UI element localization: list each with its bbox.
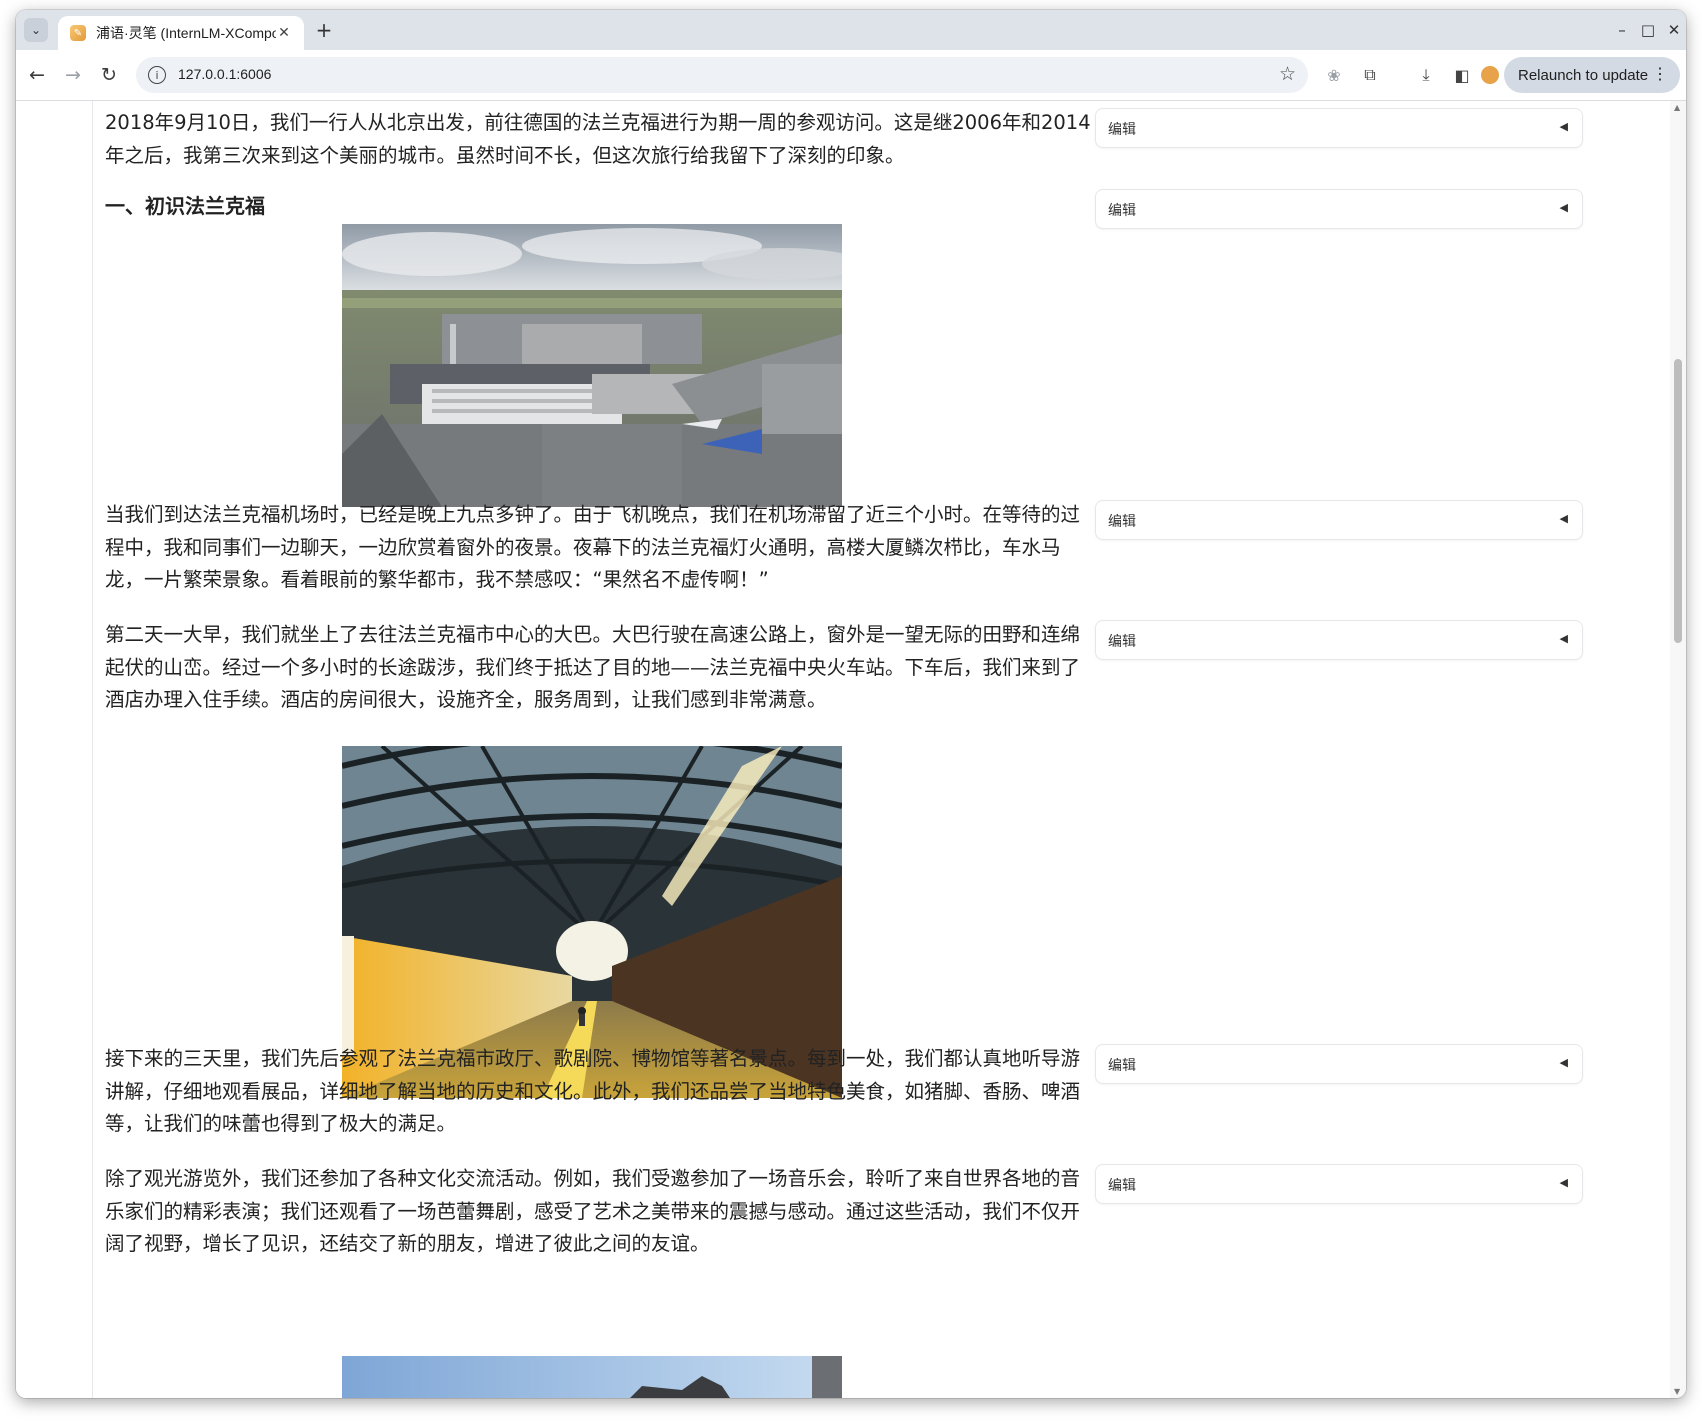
edit-label: 编辑 <box>1108 1058 1136 1074</box>
url-text[interactable]: 127.0.0.1:6006 <box>178 66 271 82</box>
window-close-button[interactable]: ✕ <box>1662 18 1686 42</box>
paragraph-5: 除了观光游览外，我们还参加了各种文化交流活动。例如，我们受邀参加了一场音乐会，聆… <box>105 1167 1081 1255</box>
content-border <box>92 101 93 1398</box>
edit-dropdown-5[interactable]: 编辑 ◀ <box>1095 1044 1583 1084</box>
edit-dropdown-1[interactable]: 编辑 ◀ <box>1095 108 1583 148</box>
page-scrollbar[interactable]: ▲ ▼ <box>1670 101 1686 1398</box>
forward-button[interactable]: → <box>60 62 86 88</box>
minimize-button[interactable]: – <box>1610 18 1634 42</box>
tab-title: 浦语·灵笔 (InternLM-XComposer) <box>96 25 276 41</box>
star-icon[interactable]: ☆ <box>1279 63 1296 85</box>
caret-left-icon: ◀ <box>1559 201 1568 214</box>
scroll-down-icon[interactable]: ▼ <box>1674 1387 1680 1396</box>
caret-left-icon: ◀ <box>1559 512 1568 525</box>
side-panel-icon[interactable]: ◧ <box>1450 63 1474 87</box>
chevron-down-icon: ⌄ <box>30 23 42 37</box>
caret-left-icon: ◀ <box>1559 120 1568 133</box>
arrow-left-icon: ← <box>29 64 45 86</box>
relaunch-button[interactable]: Relaunch to update ⋮ <box>1504 57 1680 93</box>
reload-button[interactable]: ↻ <box>96 62 122 88</box>
edit-label: 编辑 <box>1108 1178 1136 1194</box>
extension-icon[interactable]: ❀ <box>1322 63 1346 87</box>
new-tab-button[interactable]: + <box>312 18 336 42</box>
maximize-button[interactable]: □ <box>1636 18 1660 42</box>
edit-dropdown-6[interactable]: 编辑 ◀ <box>1095 1164 1583 1204</box>
paragraph-1: 2018年9月10日，我们一行人从北京出发，前往德国的法兰克福进行为期一周的参观… <box>105 111 1091 167</box>
profile-avatar-icon[interactable] <box>1478 63 1502 87</box>
caret-left-icon: ◀ <box>1559 1176 1568 1189</box>
browser-window: ⌄ ✎ 浦语·灵笔 (InternLM-XComposer) ✕ + – □ ✕… <box>16 10 1686 1398</box>
scroll-thumb[interactable] <box>1674 359 1682 643</box>
back-button[interactable]: ← <box>24 62 50 88</box>
cityscape-image <box>342 1356 842 1398</box>
download-icon[interactable]: ⤓ <box>1414 63 1438 87</box>
plus-icon: + <box>315 18 333 42</box>
app-favicon-icon: ✎ <box>70 25 86 41</box>
menu-dots-icon[interactable]: ⋮ <box>1652 64 1668 84</box>
close-icon[interactable]: ✕ <box>274 23 294 43</box>
edit-dropdown-2[interactable]: 编辑 ◀ <box>1095 189 1583 229</box>
airport-aerial-image <box>342 224 842 507</box>
edit-dropdown-3[interactable]: 编辑 ◀ <box>1095 500 1583 540</box>
active-tab[interactable]: ✎ 浦语·灵笔 (InternLM-XComposer) ✕ <box>58 16 304 50</box>
edit-label: 编辑 <box>1108 514 1136 530</box>
site-info-icon[interactable]: i <box>148 66 166 84</box>
edit-label: 编辑 <box>1108 122 1136 138</box>
section-heading: 一、初识法兰克福 <box>105 194 265 218</box>
edit-dropdown-4[interactable]: 编辑 ◀ <box>1095 620 1583 660</box>
paragraph-4: 接下来的三天里，我们先后参观了法兰克福市政厅、歌剧院、博物馆等著名景点。每到一处… <box>105 1047 1081 1135</box>
browser-toolbar: ← → ↻ i 127.0.0.1:6006 ☆ ❀ ⧉ ⤓ ◧ Relaunc… <box>16 50 1686 101</box>
relaunch-label: Relaunch to update <box>1518 66 1649 84</box>
edit-label: 编辑 <box>1108 634 1136 650</box>
scroll-up-icon[interactable]: ▲ <box>1674 103 1680 112</box>
address-bar[interactable]: i 127.0.0.1:6006 ☆ <box>136 57 1308 93</box>
page-content: 2018年9月10日，我们一行人从北京出发，前往德国的法兰克福进行为期一周的参观… <box>16 101 1670 1398</box>
paragraph-2: 当我们到达法兰克福机场时，已经是晚上九点多钟了。由于飞机晚点，我们在机场滞留了近… <box>105 503 1081 591</box>
paragraph-3: 第二天一大早，我们就坐上了去往法兰克福市中心的大巴。大巴行驶在高速公路上，窗外是… <box>105 623 1081 711</box>
caret-left-icon: ◀ <box>1559 632 1568 645</box>
caret-left-icon: ◀ <box>1559 1056 1568 1069</box>
tab-search-button[interactable]: ⌄ <box>24 18 48 42</box>
tab-strip: ⌄ ✎ 浦语·灵笔 (InternLM-XComposer) ✕ + – □ ✕ <box>16 10 1686 50</box>
puzzle-icon[interactable]: ⧉ <box>1358 63 1382 87</box>
edit-label: 编辑 <box>1108 203 1136 219</box>
arrow-right-icon: → <box>65 64 81 86</box>
reload-icon: ↻ <box>101 64 117 86</box>
